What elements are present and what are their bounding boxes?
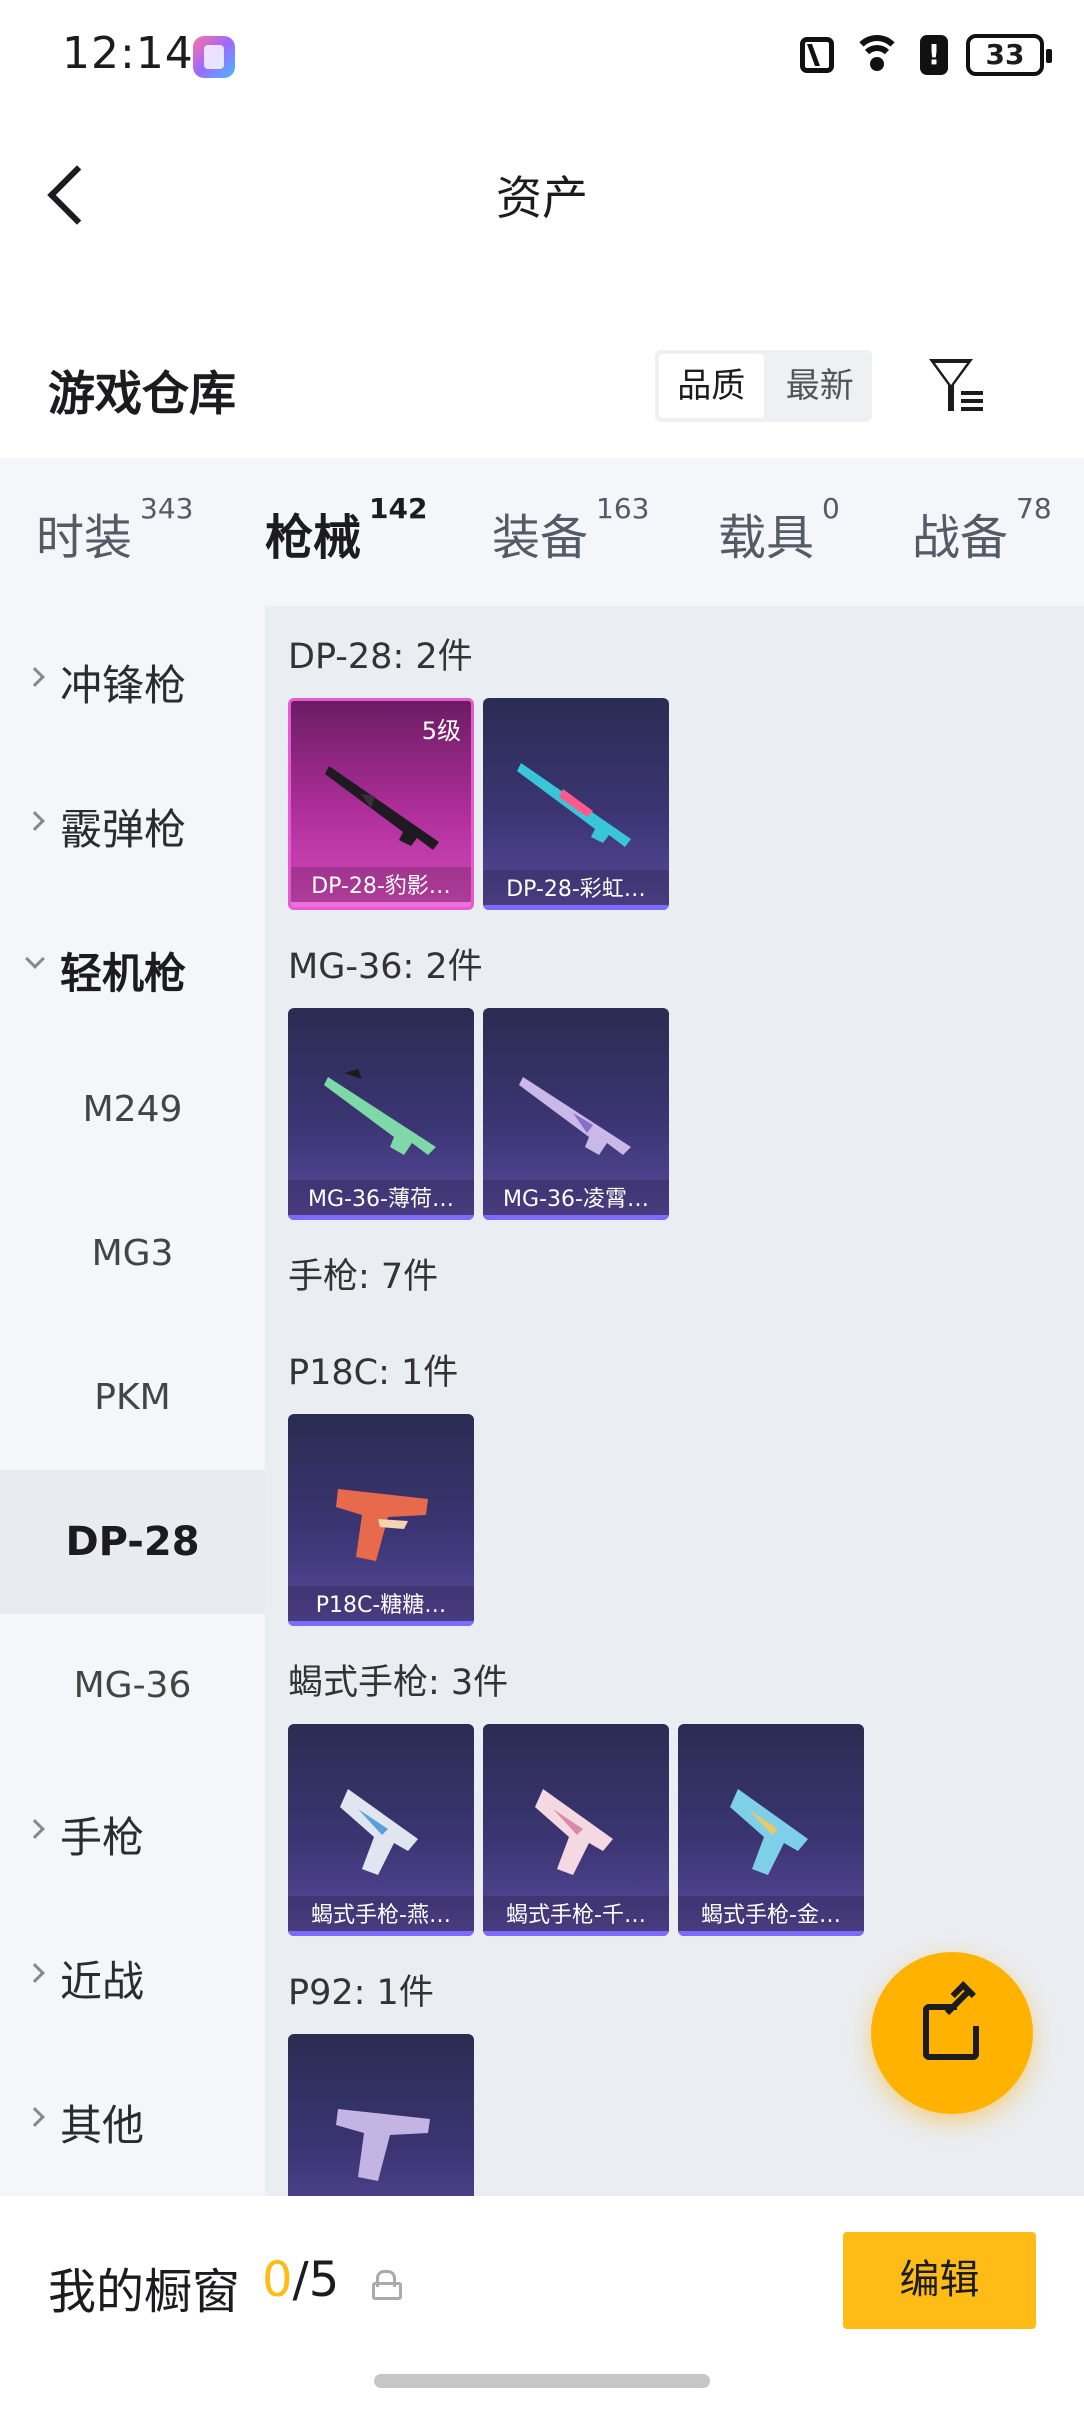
- pistol-icon: [336, 1489, 428, 1561]
- pistol-icon: [535, 1789, 613, 1875]
- showcase-count: 0/5: [262, 2252, 340, 2308]
- chevron-right-icon: [25, 2107, 45, 2127]
- group-title: MG-36: 2件: [288, 947, 483, 987]
- filter-button[interactable]: [925, 355, 989, 415]
- tab-vehicles[interactable]: 载具0: [718, 492, 840, 568]
- weapon-skin-card[interactable]: 蝎式手枪-千…: [483, 1724, 669, 1936]
- sidebar-subitem-m249[interactable]: M249: [0, 1038, 265, 1182]
- weapon-category-sidebar: 冲锋枪 霰弹枪 轻机枪 M249 MG3 PKM DP-28 MG-36 手枪 …: [0, 606, 265, 2196]
- chevron-right-icon: [25, 1963, 45, 1983]
- weapon-skin-name: P18C-糖糖…: [288, 1586, 474, 1626]
- pistol-icon: [340, 1789, 418, 1875]
- category-tabs: 时装343 枪械142 装备163 载具0 战备78: [0, 458, 1084, 616]
- tab-equipment[interactable]: 装备163: [492, 492, 649, 568]
- sort-toggle: 品质 最新: [655, 350, 872, 422]
- chevron-right-icon: [25, 667, 45, 687]
- rifle-icon: [519, 1077, 631, 1155]
- nfc-icon: [800, 37, 834, 73]
- app-notification-icon: [193, 36, 235, 78]
- edit-button[interactable]: 编辑: [843, 2232, 1036, 2329]
- status-icons: ! 33: [800, 34, 1052, 76]
- weapon-skin-card[interactable]: 蝎式手枪-燕…: [288, 1724, 474, 1936]
- sidebar-item-pistol[interactable]: 手枪: [0, 1758, 265, 1902]
- weapon-skin-card[interactable]: [288, 2034, 474, 2196]
- page-title: 资产: [496, 171, 588, 225]
- pistol-icon: [336, 2109, 430, 2181]
- status-bar: 12:14 ! 33: [0, 0, 1084, 110]
- level-badge: 5级: [421, 717, 461, 745]
- group-title: DP-28: 2件: [288, 637, 473, 677]
- sort-newest-button[interactable]: 最新: [768, 350, 873, 422]
- sidebar-subitem-dp28[interactable]: DP-28: [0, 1470, 265, 1614]
- weapon-skin-card[interactable]: MG-36-凌霄…: [483, 1008, 669, 1220]
- chevron-down-icon: [25, 949, 45, 969]
- weapon-skin-name: DP-28-彩虹…: [483, 870, 669, 910]
- group-title: 手枪: 7件: [288, 1257, 439, 1297]
- sidebar-subitem-pkm[interactable]: PKM: [0, 1326, 265, 1470]
- group-title: 蝎式手枪: 3件: [288, 1663, 509, 1703]
- pistol-icon: [730, 1789, 808, 1875]
- lmg-icon: [517, 763, 631, 847]
- group-title: P92: 1件: [288, 1973, 434, 2013]
- sidebar-item-smg[interactable]: 冲锋枪: [0, 606, 265, 750]
- showcase-bar: 我的橱窗 0/5 编辑: [0, 2196, 1084, 2412]
- lock-icon: [372, 2270, 402, 2300]
- weapon-skin-card[interactable]: 蝎式手枪-金…: [678, 1724, 864, 1936]
- lmg-icon: [325, 766, 439, 850]
- weapon-skin-card[interactable]: 5级 DP-28-豹影…: [288, 698, 474, 910]
- weapon-skin-card[interactable]: DP-28-彩虹…: [483, 698, 669, 910]
- chevron-right-icon: [25, 1819, 45, 1839]
- weapon-skin-name: MG-36-薄荷…: [288, 1180, 474, 1220]
- weapon-skin-card[interactable]: MG-36-薄荷…: [288, 1008, 474, 1220]
- weapon-skin-card[interactable]: P18C-糖糖…: [288, 1414, 474, 1626]
- sidebar-subitem-mg3[interactable]: MG3: [0, 1182, 265, 1326]
- weapon-skin-name: DP-28-豹影…: [291, 867, 471, 907]
- tab-firearms[interactable]: 枪械142: [265, 492, 427, 616]
- sort-quality-button[interactable]: 品质: [659, 354, 764, 418]
- chevron-right-icon: [25, 811, 45, 831]
- alert-icon: !: [920, 35, 948, 75]
- sidebar-item-shotgun[interactable]: 霰弹枪: [0, 750, 265, 894]
- sidebar-item-lmg[interactable]: 轻机枪: [0, 894, 265, 1038]
- weapon-skin-name: 蝎式手枪-燕…: [288, 1896, 474, 1936]
- home-indicator[interactable]: [374, 2374, 710, 2388]
- sidebar-item-melee[interactable]: 近战: [0, 1902, 265, 2046]
- showcase-label: 我的橱窗: [48, 2264, 241, 2320]
- wifi-icon: [852, 35, 902, 75]
- share-button[interactable]: [871, 1952, 1033, 2114]
- weapon-skin-name: 蝎式手枪-金…: [678, 1896, 864, 1936]
- sidebar-subitem-mg36[interactable]: MG-36: [0, 1614, 265, 1758]
- weapon-skin-name: MG-36-凌霄…: [483, 1180, 669, 1220]
- group-title: P18C: 1件: [288, 1353, 459, 1393]
- warehouse-title: 游戏仓库: [48, 367, 236, 422]
- tab-fashion[interactable]: 时装343: [36, 492, 193, 568]
- battery-icon: 33: [966, 34, 1052, 76]
- rifle-icon: [324, 1069, 436, 1155]
- tab-supplies[interactable]: 战备78: [912, 492, 1052, 568]
- weapon-skin-name: 蝎式手枪-千…: [483, 1896, 669, 1936]
- status-time: 12:14: [62, 28, 194, 79]
- app-header: 资产: [0, 110, 1084, 280]
- sidebar-item-other[interactable]: 其他: [0, 2046, 265, 2190]
